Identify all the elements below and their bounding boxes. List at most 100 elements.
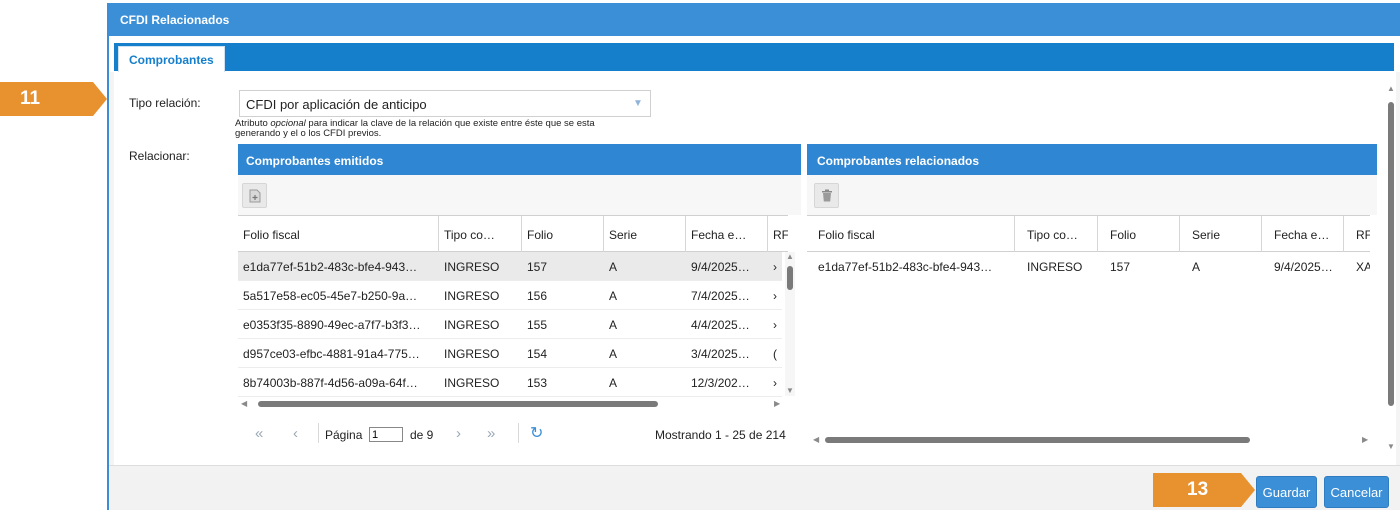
tab-body: Tipo relación: CFDI por aplicación de an… [114,72,1396,465]
scroll-down-icon[interactable]: ▼ [786,386,794,395]
cell-fecha: 7/4/2025… [691,289,750,303]
cfdi-relacionados-window: CFDI Relacionados Comprobantes Tipo rela… [107,3,1400,510]
tipo-relacion-select[interactable]: CFDI por aplicación de anticipo ▼ [239,90,651,117]
cell-folio: 156 [527,289,548,303]
scroll-right-icon[interactable]: ▶ [1362,435,1368,444]
table-row[interactable]: e0353f35-8890-49ec-a7f7-b3f3… INGRESO 15… [238,310,782,339]
cell-serie: A [609,376,618,390]
cell-folio: 155 [527,318,548,332]
column-fecha-emision[interactable]: Fecha e… [686,216,768,252]
cell-tipo: INGRESO [444,289,500,303]
scroll-thumb[interactable] [258,401,658,407]
column-tipo-comprobante[interactable]: Tipo co… [439,216,522,252]
column-rfc[interactable]: RF [1344,216,1370,252]
cell-fecha: 9/4/2025… [1274,260,1333,274]
cell-fecha: 4/4/2025… [691,318,750,332]
relacionados-title: Comprobantes relacionados [807,144,1377,175]
emitidos-vertical-scrollbar[interactable]: ▲ ▼ [785,252,795,396]
step-11-label: 11 [20,88,41,109]
last-page-icon[interactable]: » [487,425,495,442]
relacionados-rows: e1da77ef-51b2-483c-bfe4-943… INGRESO 157… [807,252,1370,281]
cell-fecha: 12/3/202… [691,376,750,390]
scroll-thumb[interactable] [1388,102,1394,406]
cell-serie: A [609,260,618,274]
cell-folio: 154 [527,347,548,361]
chevron-down-icon[interactable]: ▼ [626,91,650,116]
tab-strip: Comprobantes [109,36,1400,72]
cell-rfc: › [773,260,777,274]
add-document-icon[interactable] [242,183,267,208]
cell-tipo: INGRESO [444,318,500,332]
column-folio[interactable]: Folio [1098,216,1180,252]
column-fecha-emision[interactable]: Fecha e… [1262,216,1344,252]
emitidos-pager: « ‹ Página de 9 › » ↻ Mostrando 1 - 25 d… [238,419,798,455]
table-row[interactable]: e1da77ef-51b2-483c-bfe4-943… INGRESO 157… [238,252,782,281]
page-number-input[interactable] [369,427,403,442]
cell-fecha: 9/4/2025… [691,260,750,274]
emitidos-horizontal-scrollbar[interactable]: ◀ ▶ [238,399,795,409]
cell-serie: A [1192,260,1201,274]
relacionados-column-headers: Folio fiscal Tipo co… Folio Serie Fecha … [807,215,1370,252]
relacionados-horizontal-scrollbar[interactable]: ◀ ▶ [807,435,1377,445]
scroll-thumb[interactable] [787,266,793,290]
cell-tipo: INGRESO [444,347,500,361]
prev-page-icon[interactable]: ‹ [293,425,298,442]
tipo-relacion-value: CFDI por aplicación de anticipo [246,97,427,112]
cell-tipo: INGRESO [444,260,500,274]
tipo-relacion-label: Tipo relación: [129,96,201,110]
cell-folio-fiscal: 5a517e58-ec05-45e7-b250-9a… [243,289,418,303]
emitidos-rows: e1da77ef-51b2-483c-bfe4-943… INGRESO 157… [238,252,782,397]
scroll-up-icon[interactable]: ▲ [1387,84,1395,93]
emitidos-toolbar [238,175,801,215]
cell-tipo: INGRESO [1027,260,1083,274]
cell-rfc: › [773,376,777,390]
column-folio-fiscal[interactable]: Folio fiscal [238,216,439,252]
table-row[interactable]: 8b74003b-887f-4d56-a09a-64f… INGRESO 153… [238,368,782,397]
scroll-left-icon[interactable]: ◀ [813,435,819,444]
cancel-button[interactable]: Cancelar [1324,476,1389,508]
tipo-relacion-help: Atributo opcional para indicar la clave … [235,119,615,139]
column-serie[interactable]: Serie [604,216,686,252]
cell-rfc: › [773,318,777,332]
pager-separator [318,423,319,443]
column-folio-fiscal[interactable]: Folio fiscal [807,216,1015,252]
step-13-label: 13 [1187,479,1209,500]
cell-rfc: ( [773,347,777,361]
emitidos-column-headers: Folio fiscal Tipo co… Folio Serie Fecha … [238,215,788,252]
cell-rfc: XA [1356,260,1370,274]
page-count: de 9 [410,428,434,442]
column-serie[interactable]: Serie [1180,216,1262,252]
page-label: Página [325,428,363,442]
paging-display: Mostrando 1 - 25 de 214 [655,428,786,442]
step-11-callout: 11 [0,82,107,116]
table-row[interactable]: d957ce03-efbc-4881-91a4-775… INGRESO 154… [238,339,782,368]
cell-folio: 157 [1110,260,1131,274]
save-button[interactable]: Guardar [1256,476,1317,508]
column-rfc[interactable]: RF [768,216,788,252]
step-13-callout: 13 [1153,473,1255,507]
scroll-up-icon[interactable]: ▲ [786,252,794,261]
main-vertical-scrollbar[interactable]: ▲ ▼ [1387,84,1395,458]
trash-icon[interactable] [814,183,839,208]
tab-comprobantes[interactable]: Comprobantes [118,46,225,72]
cell-rfc: › [773,289,777,303]
cell-serie: A [609,347,618,361]
next-page-icon[interactable]: › [456,425,461,442]
window-title: CFDI Relacionados [109,3,1400,36]
first-page-icon[interactable]: « [255,425,263,442]
scroll-left-icon[interactable]: ◀ [241,399,247,408]
scroll-thumb[interactable] [825,437,1250,443]
emitidos-title: Comprobantes emitidos [238,144,801,175]
cell-folio-fiscal: 8b74003b-887f-4d56-a09a-64f… [243,376,418,390]
table-row[interactable]: 5a517e58-ec05-45e7-b250-9a… INGRESO 156 … [238,281,782,310]
cell-folio-fiscal: e1da77ef-51b2-483c-bfe4-943… [818,260,993,274]
emitidos-grid: Comprobantes emitidos Folio fiscal Tipo … [238,144,801,444]
scroll-down-icon[interactable]: ▼ [1387,442,1395,451]
refresh-icon[interactable]: ↻ [530,423,543,443]
table-row[interactable]: e1da77ef-51b2-483c-bfe4-943… INGRESO 157… [807,252,1370,281]
scroll-right-icon[interactable]: ▶ [774,399,780,408]
window-footer: 13 Guardar Cancelar [109,465,1400,510]
column-folio[interactable]: Folio [522,216,604,252]
cell-folio: 157 [527,260,548,274]
column-tipo-comprobante[interactable]: Tipo co… [1015,216,1098,252]
